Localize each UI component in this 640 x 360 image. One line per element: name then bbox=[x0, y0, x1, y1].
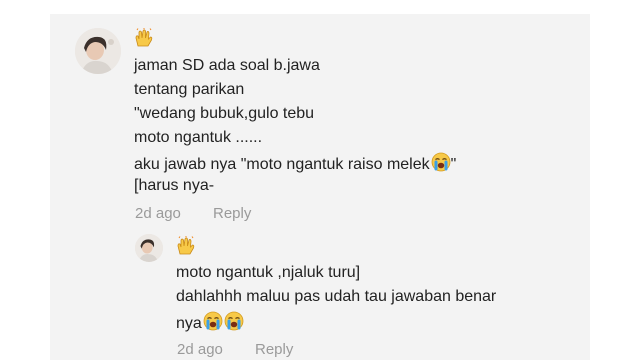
comments-panel: jaman SD ada soal b.jawa tentang parikan… bbox=[50, 14, 590, 360]
reply-reply-button[interactable]: Reply bbox=[255, 340, 293, 360]
crying-face-icon bbox=[203, 311, 223, 337]
raised-hands-emoji-icon bbox=[134, 28, 154, 53]
comment-timestamp: 2d ago bbox=[135, 205, 181, 222]
raised-hands-emoji-icon bbox=[176, 236, 196, 261]
comment-line-6: [harus nya- bbox=[134, 177, 215, 194]
comment-line-1: jaman SD ada soal b.jawa bbox=[134, 57, 320, 74]
reply-line-3: nya bbox=[176, 315, 202, 332]
comment-line-5: aku jawab nya "moto ngantuk raiso melek bbox=[134, 156, 430, 173]
comment-line-3: "wedang bubuk,gulo tebu bbox=[134, 105, 315, 122]
reply-timestamp: 2d ago bbox=[177, 341, 223, 358]
reply-line-2: dahlahhh maluu pas udah tau jawaban bena… bbox=[176, 288, 497, 305]
replier-avatar[interactable] bbox=[135, 234, 163, 262]
comment-line-5-quote: " bbox=[450, 156, 457, 173]
comment-line-4: moto ngantuk ...... bbox=[134, 129, 263, 146]
reply-line-1: moto ngantuk ,njaluk turu] bbox=[176, 264, 361, 281]
comment-line-5-row: aku jawab nya "moto ngantuk raiso melek " bbox=[134, 152, 456, 178]
reply-line-3-row: nya bbox=[176, 311, 244, 337]
crying-face-icon bbox=[431, 152, 451, 178]
crying-face-icon bbox=[224, 311, 244, 337]
comment-reply-button[interactable]: Reply bbox=[213, 204, 251, 224]
commenter-avatar[interactable] bbox=[75, 28, 121, 74]
comment-line-2: tentang parikan bbox=[134, 81, 245, 98]
